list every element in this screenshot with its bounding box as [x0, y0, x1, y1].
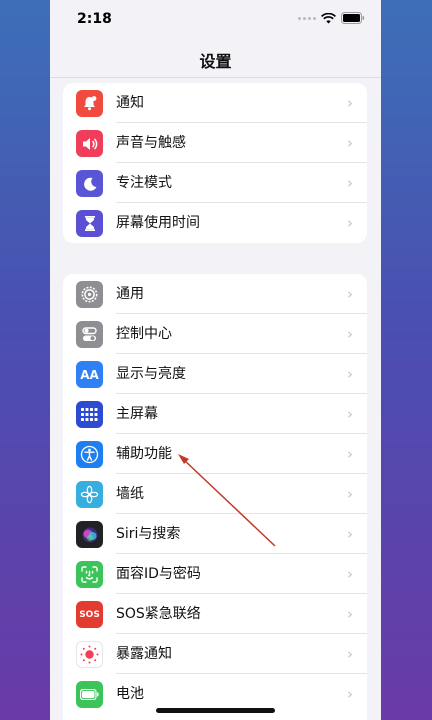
flower-icon [76, 481, 103, 508]
settings-item-label: 显示与亮度 [116, 366, 186, 382]
status-time: 2:18 [77, 11, 112, 27]
settings-item-label: 辅助功能 [116, 446, 172, 462]
settings-group-2: 通用 › 控制中心 › AA 显示与亮度 › 主屏幕 › 辅助功能 › 墙纸 ›… [63, 274, 367, 720]
settings-item-emergency-sos[interactable]: SOS SOS紧急联络 › [63, 594, 367, 634]
settings-item-sounds-haptics[interactable]: 声音与触感 › [63, 123, 367, 163]
home-indicator[interactable] [156, 708, 275, 713]
settings-item-label: 面容ID与密码 [116, 566, 201, 582]
status-bar: 2:18 [50, 0, 381, 40]
settings-item-exposure-notifications[interactable]: 暴露通知 › [63, 634, 367, 674]
battery-status-icon [341, 12, 365, 24]
hourglass-icon [76, 210, 103, 237]
chevron-right-icon: › [347, 365, 353, 383]
moon-icon [76, 170, 103, 197]
chevron-right-icon: › [347, 405, 353, 423]
grid-icon [76, 401, 103, 428]
settings-item-display-brightness[interactable]: AA 显示与亮度 › [63, 354, 367, 394]
battery-icon [76, 681, 103, 708]
settings-item-label: 通用 [116, 286, 144, 302]
toggles-icon [76, 321, 103, 348]
settings-item-label: 主屏幕 [116, 406, 158, 422]
settings-item-label: Siri与搜索 [116, 526, 181, 542]
siri-icon [76, 521, 103, 548]
settings-item-label: 暴露通知 [116, 646, 172, 662]
exposure-icon [76, 641, 103, 668]
speaker-icon [76, 130, 103, 157]
settings-item-wallpaper[interactable]: 墙纸 › [63, 474, 367, 514]
chevron-right-icon: › [347, 605, 353, 623]
chevron-right-icon: › [347, 134, 353, 152]
chevron-right-icon: › [347, 565, 353, 583]
settings-item-label: 控制中心 [116, 326, 172, 342]
settings-item-general[interactable]: 通用 › [63, 274, 367, 314]
chevron-right-icon: › [347, 645, 353, 663]
settings-group-1: 通知 › 声音与触感 › 专注模式 › 屏幕使用时间 › [63, 83, 367, 243]
chevron-right-icon: › [347, 285, 353, 303]
settings-item-label: SOS紧急联络 [116, 606, 201, 622]
bell-badge-icon [76, 90, 103, 117]
settings-screen: 2:18 设置 通知 › 声音与触感 › 专注模式 › 屏幕使用时间 › 通用 … [50, 0, 381, 720]
settings-item-label: 专注模式 [116, 175, 172, 191]
settings-item-label: 声音与触感 [116, 135, 186, 151]
gear-icon [76, 281, 103, 308]
settings-item-siri-search[interactable]: Siri与搜索 › [63, 514, 367, 554]
face-id-icon [76, 561, 103, 588]
settings-item-face-id-passcode[interactable]: 面容ID与密码 › [63, 554, 367, 594]
aa-text-icon: AA [76, 361, 103, 388]
settings-item-notifications[interactable]: 通知 › [63, 83, 367, 123]
sos-icon: SOS [76, 601, 103, 628]
nav-divider [50, 77, 381, 78]
chevron-right-icon: › [347, 485, 353, 503]
settings-item-label: 电池 [116, 686, 144, 702]
settings-item-control-center[interactable]: 控制中心 › [63, 314, 367, 354]
chevron-right-icon: › [347, 94, 353, 112]
settings-item-home-screen[interactable]: 主屏幕 › [63, 394, 367, 434]
wifi-icon [321, 12, 336, 23]
settings-item-accessibility[interactable]: 辅助功能 › [63, 434, 367, 474]
page-title: 设置 [199, 52, 232, 71]
settings-item-label: 通知 [116, 95, 144, 111]
chevron-right-icon: › [347, 214, 353, 232]
chevron-right-icon: › [347, 325, 353, 343]
chevron-right-icon: › [347, 445, 353, 463]
chevron-right-icon: › [347, 525, 353, 543]
settings-item-focus[interactable]: 专注模式 › [63, 163, 367, 203]
signal-dots-icon [298, 16, 316, 20]
settings-item-label: 屏幕使用时间 [116, 215, 200, 231]
chevron-right-icon: › [347, 685, 353, 703]
settings-item-label: 墙纸 [116, 486, 144, 502]
chevron-right-icon: › [347, 174, 353, 192]
status-icons [298, 12, 365, 24]
settings-item-screen-time[interactable]: 屏幕使用时间 › [63, 203, 367, 243]
accessibility-icon [76, 441, 103, 468]
